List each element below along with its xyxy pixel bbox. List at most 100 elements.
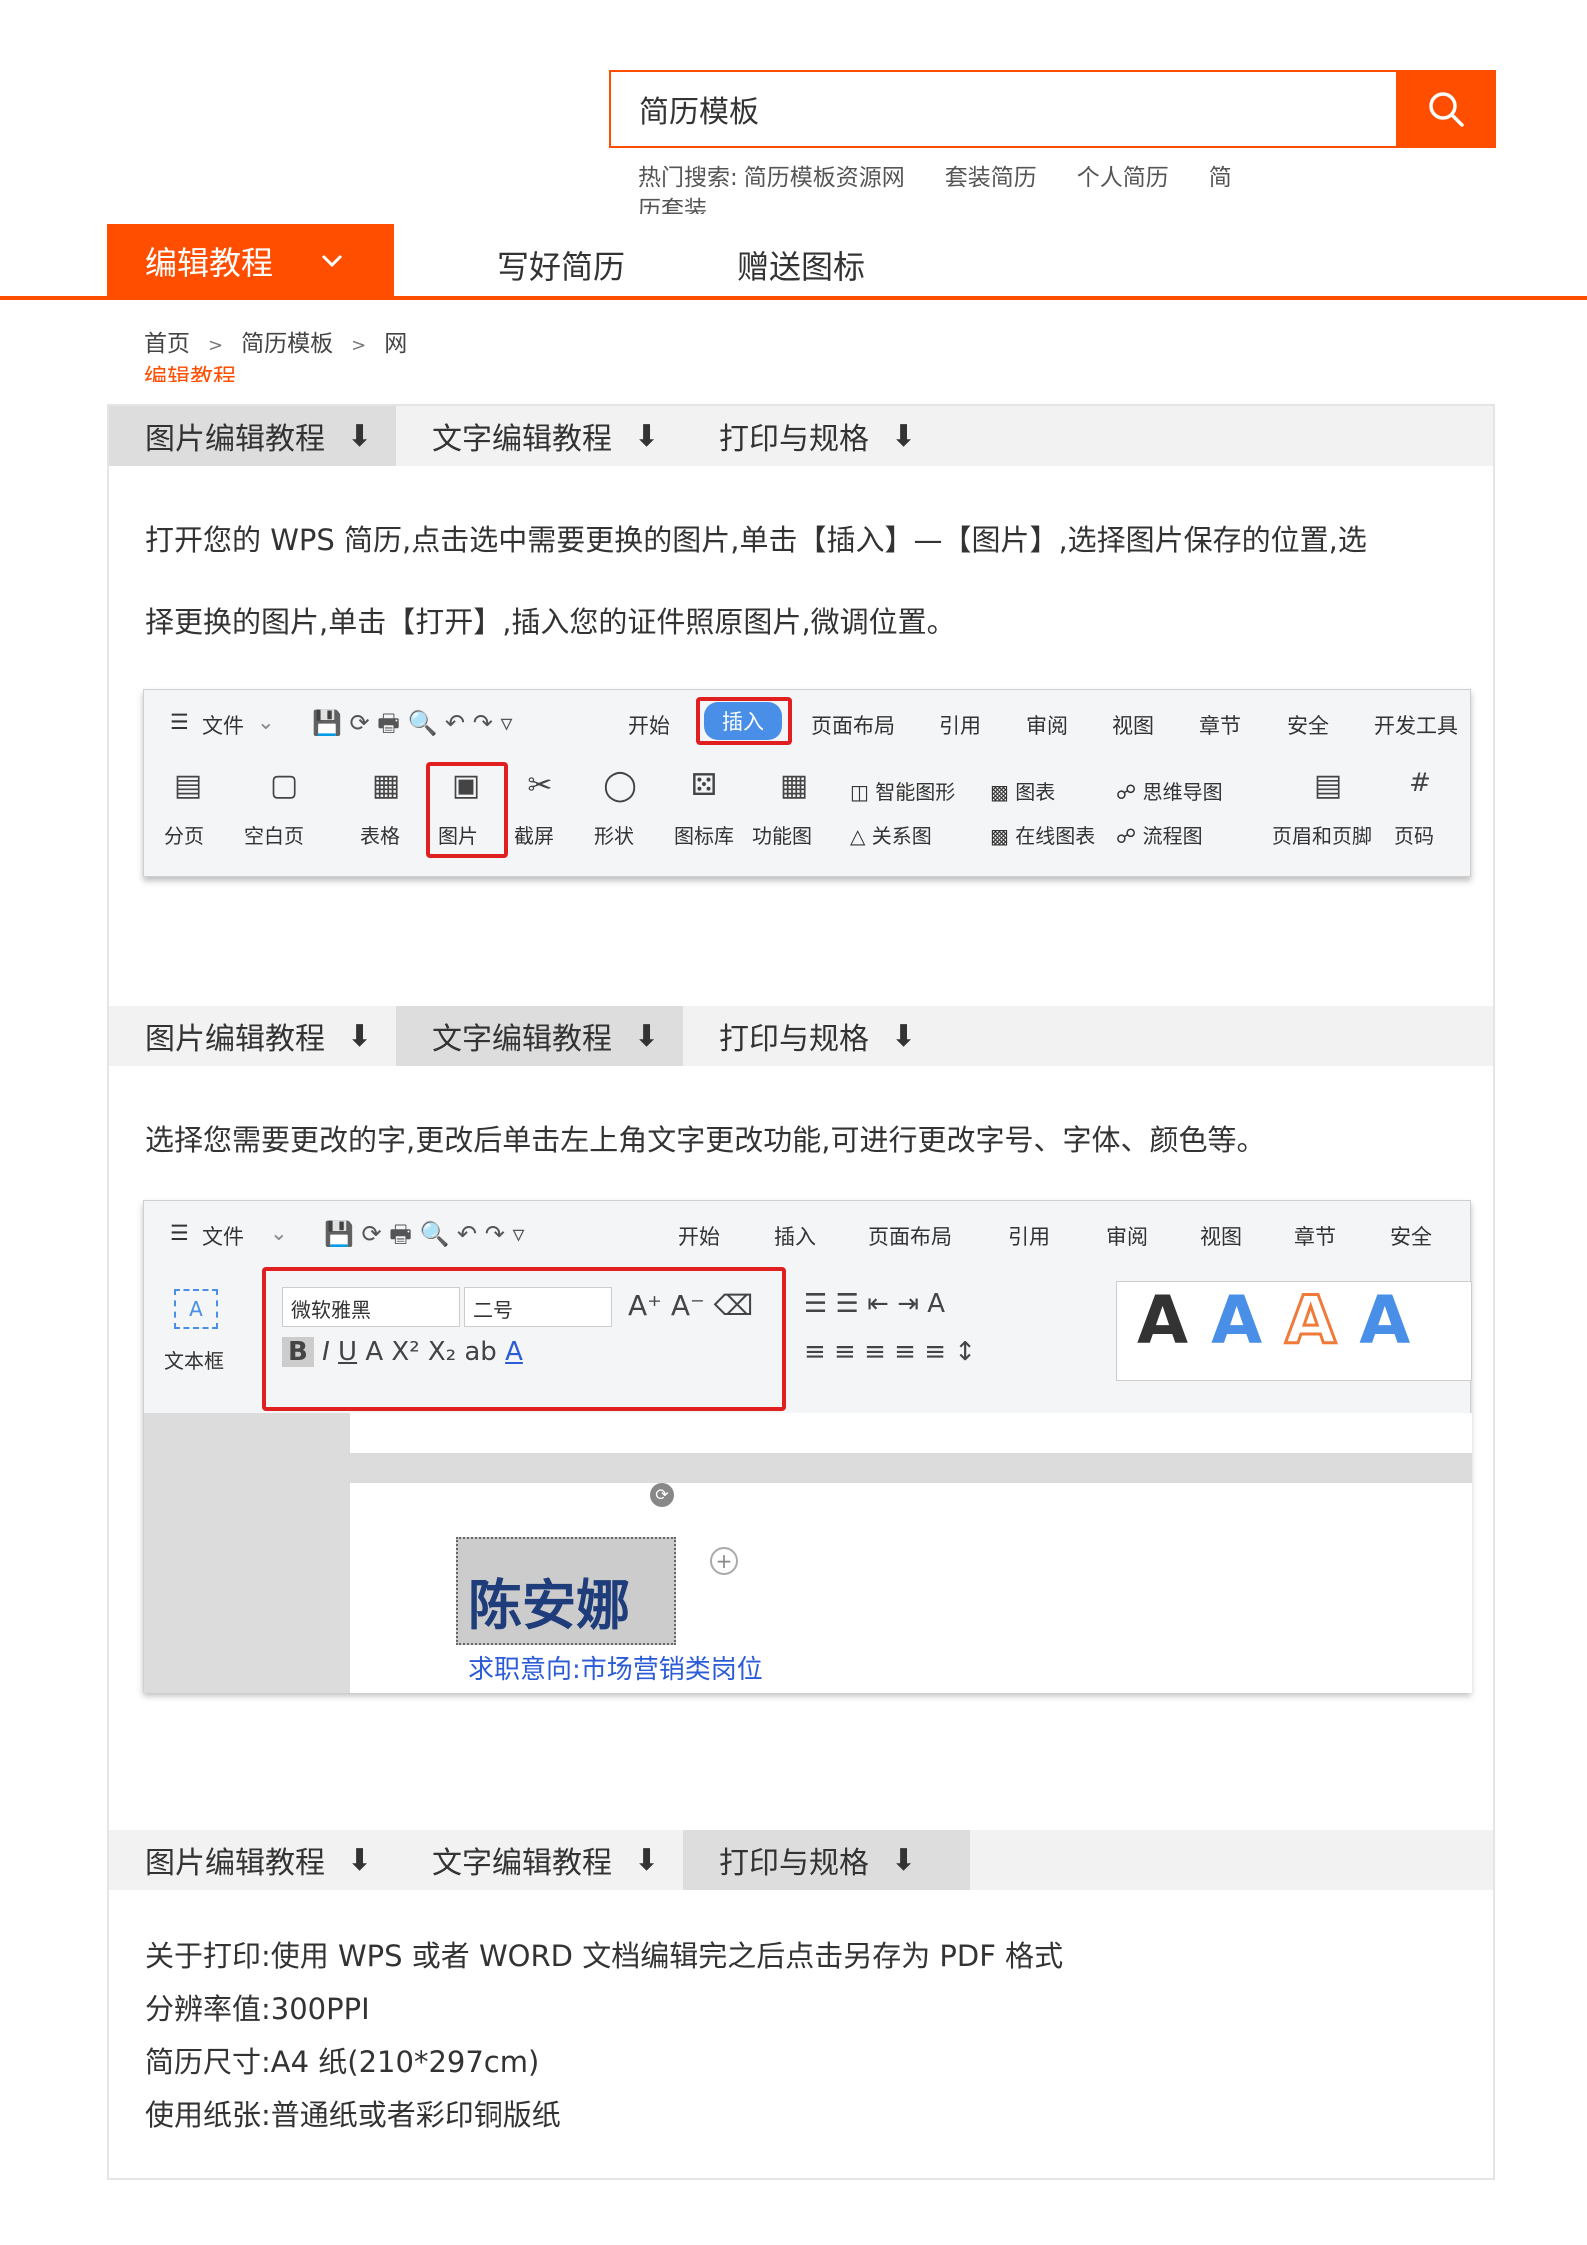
- menu-view: 视图: [1112, 714, 1154, 738]
- crumb-sep: >: [208, 335, 224, 356]
- function-chart-icon: ▦: [779, 768, 809, 803]
- font-size-buttons: A⁺ A⁻ ⌫: [628, 1289, 754, 1322]
- crumb-templates[interactable]: 简历模板: [241, 331, 333, 357]
- wps-text-screenshot: ☰ 文件 ⌄ 💾 ⟳ 🖶 🔍 ↶ ↷ ▿ 开始 插入 页面布局 引用 审阅 视图…: [143, 1200, 1472, 1693]
- tab-image-editing[interactable]: 图片编辑教程 ⬇: [109, 406, 396, 466]
- relation-icon: △: [850, 824, 872, 848]
- tutorial-panel: 图片编辑教程 ⬇ 文字编辑教程 ⬇ 打印与规格 ⬇ 打开您的 WPS 简历,点击选中需…: [107, 404, 1495, 2180]
- menu-icon: ☰: [170, 710, 189, 734]
- menu-insert: 插入: [774, 1225, 816, 1249]
- tab-bar: 图片编辑教程 ⬇ 文字编辑教程 ⬇ 打印与规格 ⬇: [109, 1830, 1493, 1890]
- header-footer-icon: ▤: [1313, 768, 1343, 803]
- tool-label: 功能图: [752, 824, 812, 848]
- menu-layout: 页面布局: [811, 714, 895, 738]
- arrow-down-icon: ⬇: [634, 1018, 660, 1054]
- chart-icon: ▩: [990, 780, 1016, 804]
- align-buttons: ≡ ≡ ≡ ≡ ≡ ↕: [804, 1337, 977, 1367]
- mindmap: ☍ 思维导图: [1116, 776, 1223, 805]
- paper-line: 使用纸张:普通纸或者彩印铜版纸: [145, 2098, 561, 2132]
- tab-bar: 图片编辑教程 ⬇ 文字编辑教程 ⬇ 打印与规格 ⬇: [109, 1006, 1493, 1066]
- print-info: 关于打印:使用 WPS 或者 WORD 文档编辑完之后点击另存为 PDF 格式 …: [145, 1930, 1063, 2142]
- page-number-icon: #: [1409, 768, 1431, 798]
- screenshot-icon: ✂: [527, 768, 553, 803]
- chevron-down-icon: ⌄: [257, 710, 275, 734]
- selected-textbox: 陈安娜: [456, 1537, 676, 1645]
- arrow-down-icon: ⬇: [891, 1018, 917, 1054]
- rotate-handle-icon: ⟳: [650, 1483, 674, 1507]
- relation-chart: △ 关系图: [850, 820, 932, 849]
- nav-active-label: 编辑教程: [145, 244, 274, 282]
- menu-reference: 引用: [939, 714, 981, 738]
- wps-insert-screenshot: ☰ 文件 ⌄ 💾 ⟳ 🖶 🔍 ↶ ↷ ▿ 开始 插入 页面布局 引用 审阅 视图…: [143, 689, 1471, 877]
- arrow-down-icon: ⬇: [347, 418, 373, 454]
- tab-print-spec[interactable]: 打印与规格 ⬇: [683, 1830, 970, 1890]
- size-value: 二号: [473, 1298, 513, 1322]
- font-select: 微软雅黑: [282, 1287, 460, 1327]
- tab-text-editing[interactable]: 文字编辑教程 ⬇: [396, 1830, 683, 1890]
- textbox-icon: A: [174, 1289, 218, 1329]
- tool-label: 截屏: [514, 824, 554, 848]
- hot-link-overflow[interactable]: 历套装: [638, 197, 707, 214]
- wps-menu-bar: ☰ 文件 ⌄ 💾 ⟳ 🖶 🔍 ↶ ↷ ▿ 开始 插入 页面布局 引用 审阅 视图…: [144, 1201, 1470, 1265]
- menu-file: 文件: [202, 714, 244, 738]
- tab-image-editing[interactable]: 图片编辑教程 ⬇: [109, 1830, 396, 1890]
- tab-text-editing[interactable]: 文字编辑教程 ⬇: [396, 1006, 683, 1066]
- highlight-image: [426, 762, 508, 858]
- hot-link[interactable]: 简历模板资源网: [744, 165, 905, 191]
- add-icon: +: [710, 1547, 738, 1575]
- tab-label: 图片编辑教程: [145, 422, 325, 457]
- list-buttons: ☰ ☰ ⇤ ⇥ A: [804, 1289, 946, 1319]
- nav-item-write[interactable]: 写好简历: [497, 242, 625, 288]
- format-buttons: B I U A X² X₂ ab A: [282, 1337, 523, 1367]
- resume-name: 陈安娜: [468, 1574, 630, 1637]
- hot-link[interactable]: 套装简历: [945, 165, 1037, 191]
- crumb-current[interactable]: 网: [384, 331, 407, 357]
- flowchart: ☍ 流程图: [1116, 820, 1203, 849]
- menu-chapter: 章节: [1199, 714, 1241, 738]
- tab-print-spec[interactable]: 打印与规格 ⬇: [683, 1006, 970, 1066]
- hot-link[interactable]: 个人简历: [1077, 165, 1169, 191]
- tool-label: 页眉和页脚: [1272, 824, 1372, 848]
- chart: ▩ 图表: [990, 776, 1055, 805]
- menu-start: 开始: [678, 1225, 720, 1249]
- crumb-overflow: 编辑教程: [144, 365, 236, 382]
- search-button[interactable]: [1396, 70, 1496, 148]
- page-top: [350, 1413, 1472, 1453]
- menu-icon: ☰: [170, 1221, 189, 1245]
- crumb-home[interactable]: 首页: [144, 331, 190, 357]
- tab-label: 文字编辑教程: [432, 1022, 612, 1057]
- smart-graphic: ◫ 智能图形: [850, 776, 955, 805]
- arrow-down-icon: ⬇: [634, 418, 660, 454]
- page: ⟳ 陈安娜 + 求职意向:市场营销类岗位: [350, 1483, 1472, 1693]
- hot-link[interactable]: 简: [1209, 165, 1232, 191]
- menu-devtools: 开发工具: [1374, 714, 1458, 738]
- menu-security: 安全: [1390, 1225, 1432, 1249]
- nav-active[interactable]: 编辑教程: [107, 224, 394, 298]
- section1-line: 择更换的图片,单击【打开】,插入您的证件照原图片,微调位置。: [145, 605, 956, 639]
- tool-label: 图表: [1015, 780, 1056, 804]
- tab-image-editing[interactable]: 图片编辑教程 ⬇: [109, 1006, 396, 1066]
- tab-text-editing[interactable]: 文字编辑教程 ⬇: [396, 406, 683, 466]
- menu-chapter: 章节: [1294, 1225, 1336, 1249]
- tool-label: 图标库: [674, 824, 734, 848]
- breadcrumb: 首页 > 简历模板 > 网编辑教程: [144, 328, 407, 382]
- quick-access-icons: 💾 ⟳ 🖶 🔍 ↶ ↷ ▿: [324, 1220, 525, 1248]
- section1-text: 打开您的 WPS 简历,点击选中需要更换的图片,单击【插入】—【图片】,选择图片…: [145, 499, 1367, 663]
- highlight-insert: [696, 697, 792, 745]
- nav-item-icons[interactable]: 赠送图标: [737, 242, 865, 288]
- resume-subtitle: 求职意向:市场营销类岗位: [468, 1655, 763, 1685]
- menu-review: 审阅: [1106, 1225, 1148, 1249]
- tab-label: 文字编辑教程: [432, 1846, 612, 1881]
- tab-label: 图片编辑教程: [145, 1846, 325, 1881]
- wordart-gallery: A A A A: [1116, 1281, 1472, 1381]
- tool-label: 关系图: [871, 824, 932, 848]
- search-input[interactable]: [611, 72, 1396, 146]
- size-line: 简历尺寸:A4 纸(210*297cm): [145, 2045, 540, 2079]
- section2-text: 选择您需要更改的字,更改后单击左上角文字更改功能,可进行更改字号、字体、颜色等。: [145, 1123, 1266, 1157]
- tab-print-spec[interactable]: 打印与规格 ⬇: [683, 406, 970, 466]
- online-chart-icon: ▩: [990, 824, 1016, 848]
- tool-label: 分页: [164, 824, 204, 848]
- page-break-icon: ▤: [173, 768, 203, 803]
- tab-bar: 图片编辑教程 ⬇ 文字编辑教程 ⬇ 打印与规格 ⬇: [109, 406, 1493, 466]
- tab-label: 图片编辑教程: [145, 1022, 325, 1057]
